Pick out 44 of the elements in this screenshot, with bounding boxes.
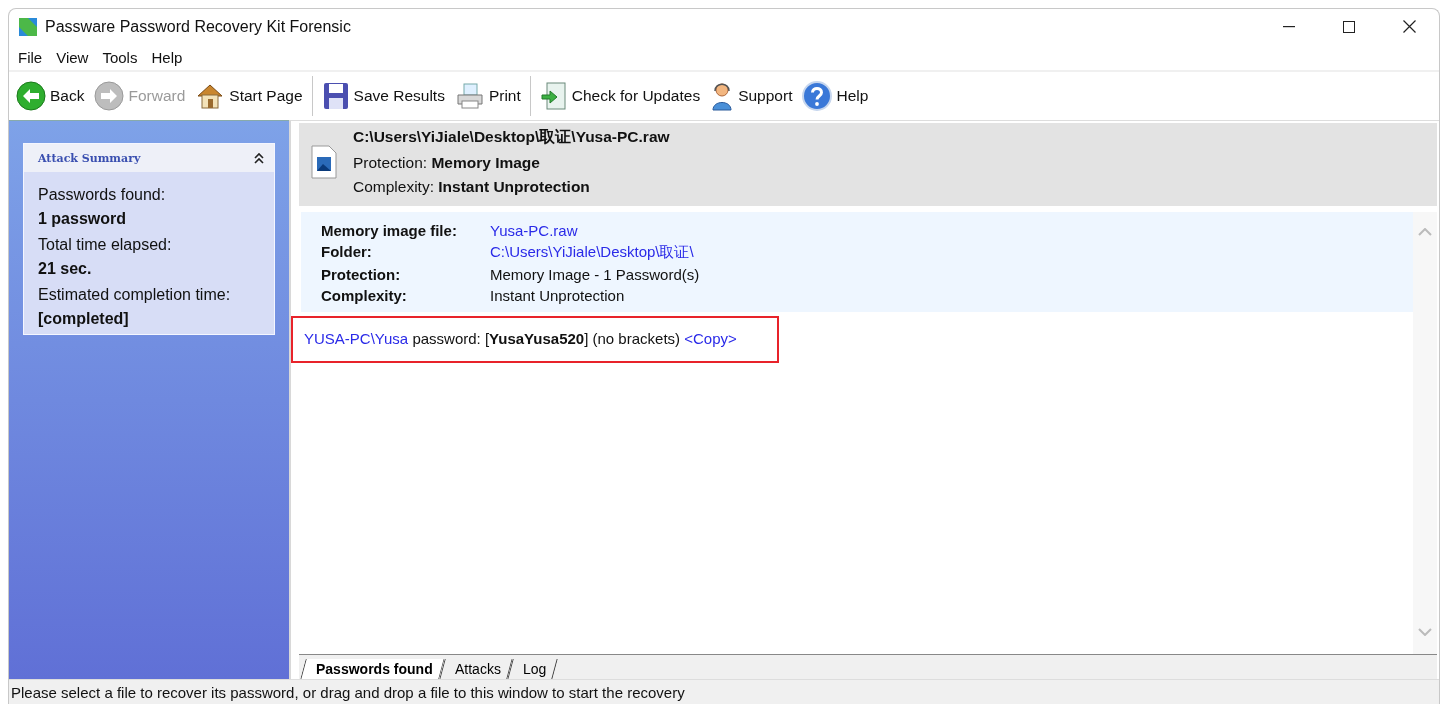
app-logo-icon: [19, 17, 37, 36]
close-icon[interactable]: [1402, 20, 1416, 33]
menu-item[interactable]: Tools: [97, 48, 143, 66]
file-path: C:\Users\YiJiale\Desktop\取证\Yusa-PC.raw: [353, 127, 670, 147]
summary-value: [completed]: [38, 310, 130, 328]
detail-label: Folder:: [321, 243, 373, 262]
detail-link[interactable]: Yusa-PC.raw: [490, 222, 1393, 239]
toolbar-button[interactable]: Print: [451, 79, 524, 113]
protection-line: Protection: Memory Image: [353, 154, 541, 172]
document-arrow-icon: [539, 81, 568, 111]
detail-link[interactable]: C:\Users\YiJiale\Desktop\取证\: [490, 243, 1393, 262]
toolbar-button[interactable]: Support: [707, 79, 796, 113]
window-title: Passware Password Recovery Kit Forensic: [45, 17, 351, 36]
image-file-icon: [311, 145, 337, 179]
summary-label: Total time elapsed:: [38, 236, 173, 254]
summary-label: Estimated completion time:: [38, 286, 232, 304]
toolbar-button[interactable]: Back: [13, 79, 88, 113]
copy-link[interactable]: <Copy>: [684, 330, 737, 347]
toolbar-button[interactable]: Check for Updates: [536, 79, 704, 113]
toolbar-button[interactable]: Save Results: [318, 79, 448, 113]
toolbar-button[interactable]: Help: [799, 79, 872, 113]
help-icon: [802, 81, 833, 111]
detail-value: Memory Image - 1 Password(s): [490, 266, 701, 283]
toolbar-button[interactable]: Start Page: [192, 79, 306, 113]
detail-value: Instant Unprotection: [490, 287, 626, 304]
person-headset-icon: [710, 81, 735, 111]
minimize-icon[interactable]: [1283, 25, 1295, 28]
menu-item[interactable]: File: [13, 48, 48, 66]
tab[interactable]: Passwords found: [300, 659, 445, 679]
status-text: Please select a file to recover its password, or drag and drop a file to this window to start the recovery: [11, 683, 685, 701]
detail-label: Complexity:: [321, 287, 408, 304]
collapse-chevron-icon[interactable]: [254, 152, 264, 164]
printer-icon: [454, 81, 485, 111]
maximize-icon[interactable]: [1343, 20, 1355, 33]
menu-item[interactable]: Help: [146, 48, 188, 66]
account-link[interactable]: YUSA-PC\Yusa: [304, 330, 409, 347]
card-title: Attack Summary: [38, 151, 141, 165]
summary-label: Passwords found:: [38, 186, 167, 204]
summary-value: 21 sec.: [38, 260, 93, 278]
detail-label: Memory image file:: [321, 222, 458, 239]
summary-value: 1 password: [38, 210, 128, 228]
complexity-line: Complexity: Instant Unprotection: [353, 178, 591, 196]
menu-item[interactable]: View: [51, 48, 94, 66]
detail-label: Protection:: [321, 266, 402, 283]
